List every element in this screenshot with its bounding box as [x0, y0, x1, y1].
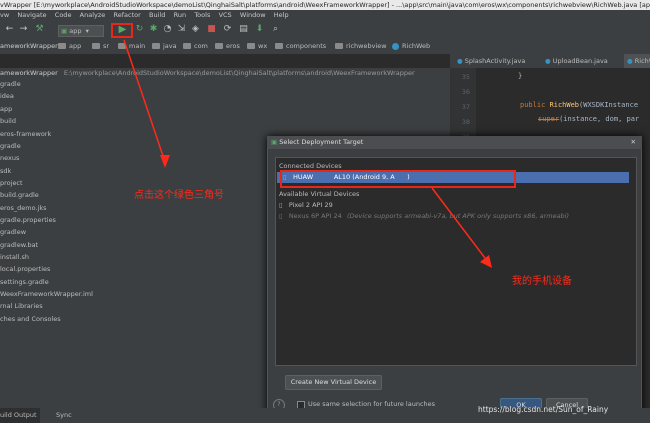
- annotation-arrows: [123, 39, 492, 268]
- arrow-line-device: [431, 187, 489, 263]
- arrow-line-run: [123, 39, 166, 163]
- arrowhead-icon: [480, 255, 492, 268]
- annotation-run-note: 点击这个绿色三角号: [134, 190, 224, 201]
- annotation-device-note: 我的手机设备: [512, 276, 572, 287]
- arrowhead-icon: [160, 155, 170, 168]
